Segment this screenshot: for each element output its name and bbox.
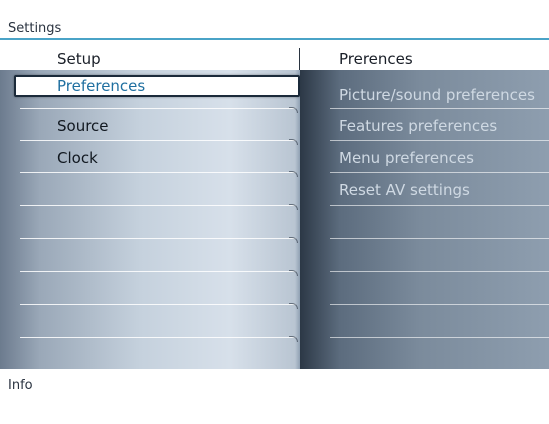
row-divider [330, 304, 549, 305]
settings-panel: Setup Preferences Source Clock Prerences… [0, 48, 549, 369]
row-divider [20, 139, 298, 145]
title-divider [0, 38, 549, 40]
menu-item-source[interactable]: Source [20, 115, 294, 137]
menu-item-label: Clock [57, 149, 98, 167]
setup-column: Setup Preferences Source Clock [0, 48, 300, 369]
row-divider [330, 271, 549, 272]
row-divider [20, 107, 298, 113]
preferences-header: Prerences [339, 50, 413, 68]
menu-item-preferences[interactable]: Preferences [14, 75, 300, 97]
info-label: Info [8, 378, 33, 393]
preferences-header-row: Prerences [300, 48, 549, 70]
row-divider [330, 238, 549, 239]
row-divider [20, 237, 298, 243]
submenu-item-menu[interactable]: Menu preferences [339, 147, 474, 169]
submenu-item-picture-sound[interactable]: Picture/sound preferences [339, 84, 535, 106]
row-divider [330, 205, 549, 206]
title-bar: Settings [0, 0, 549, 40]
row-divider [20, 204, 298, 210]
row-divider [20, 336, 298, 342]
row-divider [20, 171, 298, 177]
row-divider [330, 172, 549, 173]
row-divider [330, 108, 549, 109]
menu-item-label: Preferences [57, 77, 146, 95]
submenu-item-reset-av[interactable]: Reset AV settings [339, 179, 470, 201]
setup-header-row: Setup [0, 48, 300, 70]
row-divider [330, 140, 549, 141]
setup-header: Setup [57, 50, 101, 68]
menu-item-label: Source [57, 117, 109, 135]
submenu-item-features[interactable]: Features preferences [339, 115, 497, 137]
row-divider [330, 337, 549, 338]
row-divider [20, 270, 298, 276]
row-divider [20, 303, 298, 309]
page-title: Settings [8, 21, 62, 36]
menu-item-clock[interactable]: Clock [20, 147, 294, 169]
preferences-column: Prerences Picture/sound preferences Feat… [300, 48, 549, 369]
